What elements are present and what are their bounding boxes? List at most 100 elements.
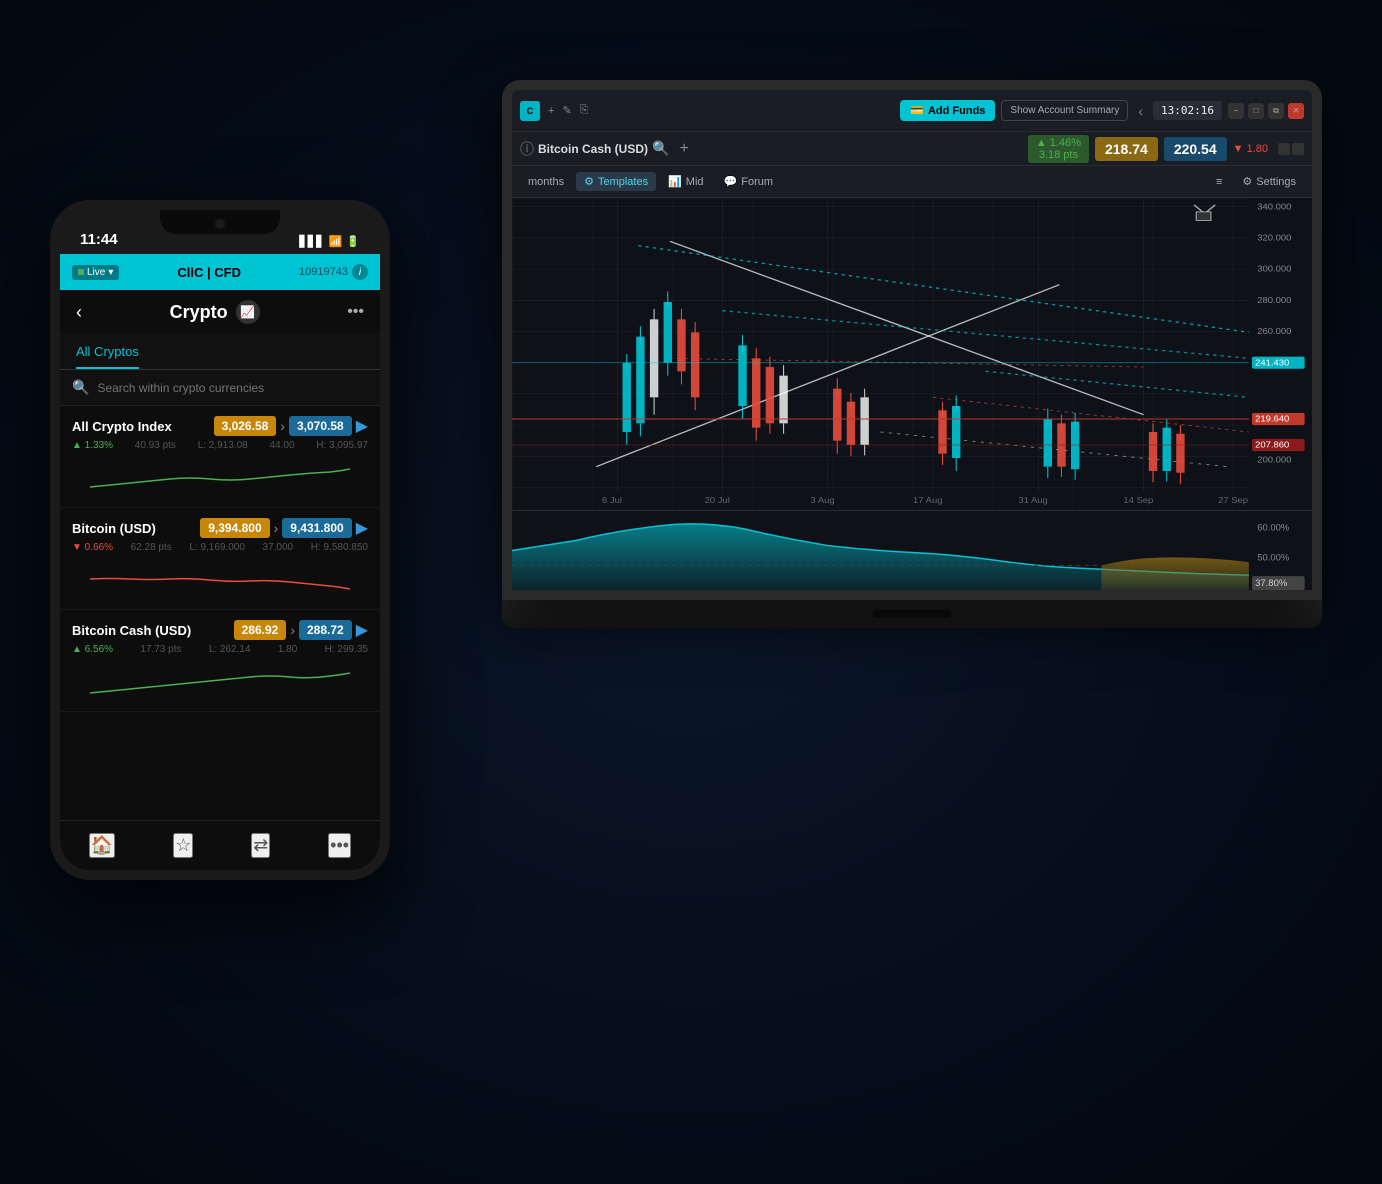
svg-text:200.000: 200.000	[1257, 455, 1291, 464]
laptop-base	[502, 600, 1322, 628]
header-left: C + ✎ ⎘	[520, 101, 588, 121]
crypto-change-0: ▲ 1.33% 40.93 pts L: 2,913.08 44.00 H: 3…	[72, 440, 368, 451]
ask-value: 220.54	[1174, 141, 1217, 157]
bottom-nav-favorites[interactable]: ☆	[173, 833, 193, 858]
bottom-nav-more[interactable]: •••	[328, 833, 351, 858]
settings-button[interactable]: ⚙ Settings	[1234, 172, 1304, 191]
crypto-prices-1: 9,394.800 › 9,431.800 ▶	[200, 518, 368, 538]
time-display: 13:02:16	[1153, 101, 1222, 120]
minimize-button[interactable]: −	[1228, 103, 1244, 119]
list-item[interactable]: Bitcoin (USD) 9,394.800 › 9,431.800 ▶ ▼ …	[60, 508, 380, 610]
change-down-1: ▼ 0.66%	[72, 542, 113, 553]
price-change-up: ▲ 1.46% 3.18 pts	[1028, 135, 1089, 163]
phone-status-icons: ▋▋▋ 📶 🔋	[299, 235, 360, 248]
view-toggle-2[interactable]	[1292, 143, 1304, 155]
bottom-nav-home[interactable]: 🏠	[89, 833, 115, 858]
forum-label: Forum	[741, 176, 773, 188]
tab-all-cryptos-label: All Cryptos	[76, 344, 139, 359]
tab-all-cryptos[interactable]: All Cryptos	[76, 344, 139, 369]
svg-text:320.000: 320.000	[1257, 233, 1291, 242]
tabs-bar: All Cryptos	[60, 334, 380, 370]
close-button[interactable]: ✕	[1288, 103, 1304, 119]
crypto-list: All Crypto Index 3,026.58 › 3,070.58 ▶ ▲…	[60, 406, 380, 820]
mid-button[interactable]: 📊 Mid	[660, 172, 711, 191]
months-label: months	[528, 176, 564, 188]
crypto-name-1: Bitcoin (USD)	[72, 521, 156, 536]
list-item[interactable]: All Crypto Index 3,026.58 › 3,070.58 ▶ ▲…	[60, 406, 380, 508]
more-icon[interactable]: •••	[347, 303, 364, 321]
search-input[interactable]	[97, 381, 368, 395]
live-badge: Live ▾	[72, 265, 119, 280]
buy-arrow-icon: ▶	[356, 416, 368, 436]
show-account-button[interactable]: Show Account Summary	[1001, 100, 1128, 121]
svg-text:14 Sep: 14 Sep	[1123, 496, 1153, 505]
volume-panel: 60.00% 50.00% 37.80%	[512, 510, 1312, 590]
svg-text:207.860: 207.860	[1255, 440, 1289, 449]
chart-area: 6 Jul 20 Jul 3 Aug 17 Aug 31 Aug 14 Sep …	[512, 198, 1312, 510]
window-controls: − □ ⧉ ✕	[1228, 103, 1304, 119]
months-button[interactable]: months	[520, 173, 572, 191]
chart-header: ⓘ Bitcoin Cash (USD) 🔍 + ▲ 1.46% 3.18 pt…	[512, 132, 1312, 166]
svg-text:219.640: 219.640	[1255, 414, 1289, 423]
live-label: Live	[87, 267, 105, 278]
svg-text:280.000: 280.000	[1257, 296, 1291, 305]
svg-text:60.00%: 60.00%	[1257, 523, 1289, 533]
crypto-item-header: All Crypto Index 3,026.58 › 3,070.58 ▶	[72, 416, 368, 436]
chart-icon[interactable]: 📈	[236, 300, 260, 324]
volume-svg: 60.00% 50.00% 37.80%	[512, 511, 1312, 590]
nav-icons: •••	[347, 303, 364, 321]
templates-button[interactable]: ⚙ Templates	[576, 172, 656, 191]
crypto-change-1: ▼ 0.66% 62.28 pts L: 9,169.000 37.000 H:…	[72, 542, 368, 553]
maximize-button[interactable]: □	[1248, 103, 1264, 119]
crypto-name-2: Bitcoin Cash (USD)	[72, 623, 191, 638]
change-high-2: H: 299.35	[325, 644, 368, 655]
buy-price-2: 288.72	[299, 620, 352, 640]
spread-down: ▼ 1.80	[1233, 143, 1268, 155]
phone-nav-bar: ‹ Crypto 📈 •••	[60, 290, 380, 334]
svg-text:17 Aug: 17 Aug	[913, 496, 943, 505]
settings-label: Settings	[1256, 176, 1296, 188]
change-low-2: L: 262.14	[209, 644, 251, 655]
back-button[interactable]: ‹	[76, 302, 82, 323]
svg-text:20 Jul: 20 Jul	[705, 496, 730, 505]
phone-time: 11:44	[80, 231, 118, 248]
search-icon: 🔍	[72, 379, 89, 396]
signal-icon: ▋▋▋	[299, 235, 324, 248]
spread-0: 44.00	[269, 440, 294, 451]
mini-chart-0	[72, 457, 368, 497]
crypto-prices-0: 3,026.58 › 3,070.58 ▶	[214, 416, 368, 436]
add-funds-button[interactable]: 💳 Add Funds	[900, 100, 995, 121]
svg-text:300.000: 300.000	[1257, 264, 1291, 273]
menu-button[interactable]: ≡	[1208, 173, 1230, 191]
trade-icon: ⇄	[253, 835, 268, 856]
trading-platform: C + ✎ ⎘ 💳 Add Funds Show Account Summary…	[512, 90, 1312, 590]
change-up-0: ▲ 1.33%	[72, 440, 113, 451]
crypto-name-0: All Crypto Index	[72, 419, 172, 434]
buy-arrow-icon-2: ▶	[356, 620, 368, 640]
list-item[interactable]: Bitcoin Cash (USD) 286.92 › 288.72 ▶ ▲ 6…	[60, 610, 380, 712]
phone-screen: 11:44 ▋▋▋ 📶 🔋 Live ▾ CllC | CFD 10919743…	[60, 210, 380, 870]
change-pts-0: 40.93 pts	[135, 440, 176, 451]
change-low-1: L: 9,169.000	[189, 542, 245, 553]
restore-button[interactable]: ⧉	[1268, 103, 1284, 119]
info-icon[interactable]: i	[352, 264, 368, 280]
settings-icon: ⚙	[1242, 175, 1252, 188]
crypto-prices-2: 286.92 › 288.72 ▶	[234, 620, 368, 640]
bottom-nav-trade[interactable]: ⇄	[251, 833, 270, 858]
svg-text:37.80%: 37.80%	[1255, 578, 1287, 588]
svg-text:241.430: 241.430	[1255, 358, 1289, 367]
battery-icon: 🔋	[346, 235, 360, 248]
buy-price-0: 3,070.58	[289, 416, 352, 436]
change-pts-2: 17.73 pts	[140, 644, 181, 655]
phone-frame: 11:44 ▋▋▋ 📶 🔋 Live ▾ CllC | CFD 10919743…	[50, 200, 390, 880]
bid-price: 218.74	[1095, 137, 1158, 161]
view-toggle-1[interactable]	[1278, 143, 1290, 155]
change-high-1: H: 9,580.850	[311, 542, 368, 553]
buy-price-1: 9,431.800	[282, 518, 351, 538]
arrow-right-icon-1: ›	[274, 520, 279, 536]
broker-name: CllC | CFD	[177, 265, 241, 280]
change-low-0: L: 2,913.08	[198, 440, 248, 451]
laptop-notch	[872, 610, 952, 618]
forum-button[interactable]: 💬 Forum	[716, 172, 781, 191]
buy-arrow-icon-1: ▶	[356, 518, 368, 538]
